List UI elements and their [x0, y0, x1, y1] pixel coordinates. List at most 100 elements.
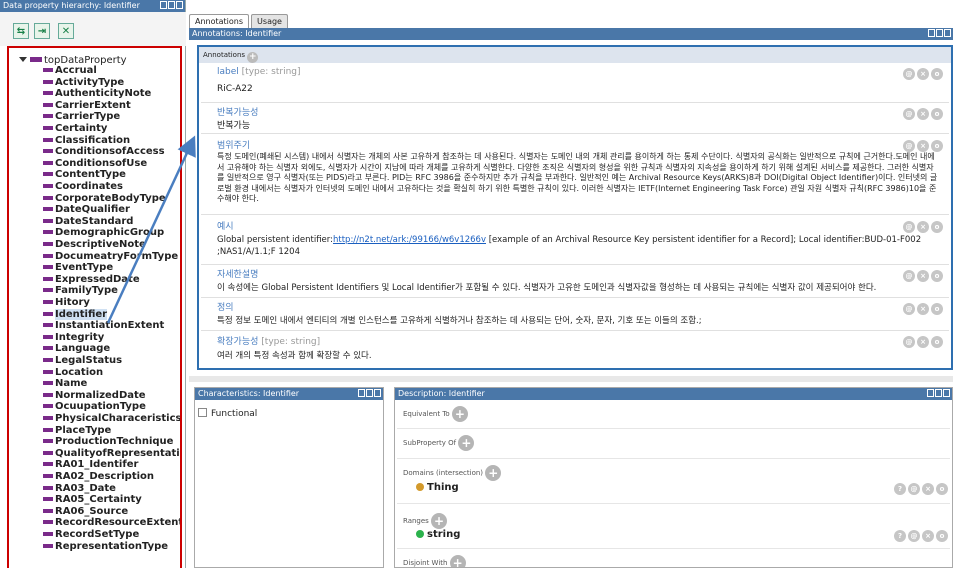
info-icon[interactable]: o — [931, 303, 943, 315]
minimize-icon[interactable] — [168, 1, 175, 9]
tree-item[interactable]: OcuupationType — [43, 401, 146, 412]
info-icon[interactable]: o — [931, 270, 943, 282]
tree-item[interactable]: RecordResourceExtent — [43, 517, 180, 528]
delete-icon[interactable]: × — [917, 336, 929, 348]
annotation-label[interactable]: 정의 — [217, 300, 234, 313]
tree-item[interactable]: Integrity — [43, 332, 104, 343]
expand-triangle-icon[interactable] — [19, 57, 27, 62]
minimize-icon[interactable] — [366, 389, 373, 397]
annotate-icon[interactable]: @ — [903, 68, 915, 80]
annotation-label[interactable]: label [type: string] — [217, 67, 301, 77]
info-icon[interactable]: o — [936, 483, 948, 495]
annotate-icon[interactable]: @ — [903, 270, 915, 282]
tree-item[interactable]: ContentType — [43, 169, 126, 180]
minimize-icon[interactable] — [936, 29, 943, 37]
delete-icon[interactable]: × — [917, 140, 929, 152]
restore-icon[interactable] — [928, 29, 935, 37]
delete-icon[interactable]: × — [922, 483, 934, 495]
add-sibling-icon[interactable]: ⇥ — [34, 23, 50, 39]
delete-icon[interactable]: × — [917, 108, 929, 120]
tree-item[interactable]: RA03_Date — [43, 483, 116, 494]
annotation-label[interactable]: 확장가능성 [type: string] — [217, 334, 320, 347]
annotation-label[interactable]: 자세한설명 — [217, 267, 258, 280]
delete-icon[interactable]: ✕ — [58, 23, 74, 39]
info-icon[interactable]: o — [931, 221, 943, 233]
tree-item[interactable]: Language — [43, 343, 110, 354]
tree-item[interactable]: Hitory — [43, 297, 90, 308]
info-icon[interactable]: o — [931, 68, 943, 80]
annotate-icon[interactable]: @ — [903, 140, 915, 152]
tree-item[interactable]: AuthenticityNote — [43, 88, 151, 99]
tree-item[interactable]: ProductionTechnique — [43, 436, 173, 447]
tab-usage[interactable]: Usage — [251, 14, 288, 28]
annotation-label[interactable]: 예시 — [217, 219, 234, 232]
add-domain-icon[interactable]: + — [485, 465, 502, 481]
add-subproperty-icon[interactable]: ⇆ — [13, 23, 29, 39]
tree-item[interactable]: Identifier — [43, 308, 108, 320]
annotation-label[interactable]: 범위주기 — [217, 138, 250, 151]
tree-item[interactable]: RA06_Source — [43, 506, 128, 517]
info-icon[interactable]: o — [931, 140, 943, 152]
tree-item[interactable]: PlaceType — [43, 425, 111, 436]
delete-icon[interactable]: × — [917, 68, 929, 80]
add-annotation-icon[interactable]: + — [247, 52, 259, 63]
add-range-icon[interactable]: + — [431, 513, 448, 529]
tree-item[interactable]: InstantiationExtent — [43, 320, 164, 331]
help-icon[interactable]: ? — [894, 530, 906, 542]
tree-item[interactable]: ConditionsofUse — [43, 158, 147, 169]
close-view-icon[interactable] — [176, 1, 183, 9]
tree-item[interactable]: DescriptiveNote — [43, 239, 146, 250]
tree-item[interactable]: CarrierType — [43, 111, 120, 122]
range-item[interactable]: string — [416, 529, 460, 540]
info-icon[interactable]: o — [936, 530, 948, 542]
tree-item[interactable]: ActivityType — [43, 77, 124, 88]
window-buttons[interactable] — [927, 389, 950, 397]
tree-item[interactable]: LegalStatus — [43, 355, 122, 366]
annotate-icon[interactable]: @ — [903, 303, 915, 315]
help-icon[interactable]: ? — [894, 483, 906, 495]
tree-item[interactable]: RepresentationType — [43, 541, 168, 552]
delete-icon[interactable]: × — [917, 270, 929, 282]
annotate-icon[interactable]: @ — [908, 530, 920, 542]
restore-icon[interactable] — [358, 389, 365, 397]
tree-item[interactable]: Certainty — [43, 123, 107, 134]
tab-annotations[interactable]: Annotations — [189, 14, 250, 28]
tree-item[interactable]: PhysicalCharaceristics — [43, 413, 180, 424]
tree-item[interactable]: CorporateBodyType — [43, 193, 166, 204]
tree-item[interactable]: Location — [43, 367, 103, 378]
tree-item[interactable]: ConditionsofAccess — [43, 146, 165, 157]
annotate-icon[interactable]: @ — [903, 336, 915, 348]
restore-icon[interactable] — [927, 389, 934, 397]
close-view-icon[interactable] — [944, 29, 951, 37]
ark-link[interactable]: http://n2t.net/ark:/99166/w6v1266v — [333, 235, 486, 245]
tree-item[interactable]: NormalizedDate — [43, 390, 146, 401]
tree-item[interactable]: RA02_Description — [43, 471, 154, 482]
domain-item[interactable]: Thing — [416, 482, 459, 493]
tree-item[interactable]: EventType — [43, 262, 113, 273]
tree-item[interactable]: DemographicGroup — [43, 227, 164, 238]
close-view-icon[interactable] — [374, 389, 381, 397]
window-buttons[interactable] — [928, 29, 951, 37]
add-subproperty-of-icon[interactable]: + — [458, 435, 475, 451]
tree-item[interactable]: Name — [43, 378, 87, 389]
window-buttons[interactable] — [358, 389, 381, 397]
annotate-icon[interactable]: @ — [903, 221, 915, 233]
annotate-icon[interactable]: @ — [903, 108, 915, 120]
splitter[interactable] — [189, 376, 953, 382]
info-icon[interactable]: o — [931, 108, 943, 120]
add-equivalent-icon[interactable]: + — [451, 406, 468, 422]
tree-item[interactable]: RA01_Identifer — [43, 459, 138, 470]
restore-icon[interactable] — [160, 1, 167, 9]
add-disjoint-icon[interactable]: + — [449, 555, 466, 567]
functional-checkbox[interactable]: Functional — [198, 408, 257, 419]
checkbox-box[interactable] — [198, 408, 207, 417]
window-buttons[interactable] — [160, 1, 183, 9]
annotation-label[interactable]: 반복가능성 — [217, 105, 258, 118]
delete-icon[interactable]: × — [917, 303, 929, 315]
delete-icon[interactable]: × — [922, 530, 934, 542]
tree-item[interactable]: DateQualifier — [43, 204, 130, 215]
tree-item[interactable]: CarrierExtent — [43, 100, 131, 111]
minimize-icon[interactable] — [935, 389, 942, 397]
tree-item[interactable]: Coordinates — [43, 181, 123, 192]
tree-item[interactable]: RA05_Certainty — [43, 494, 142, 505]
